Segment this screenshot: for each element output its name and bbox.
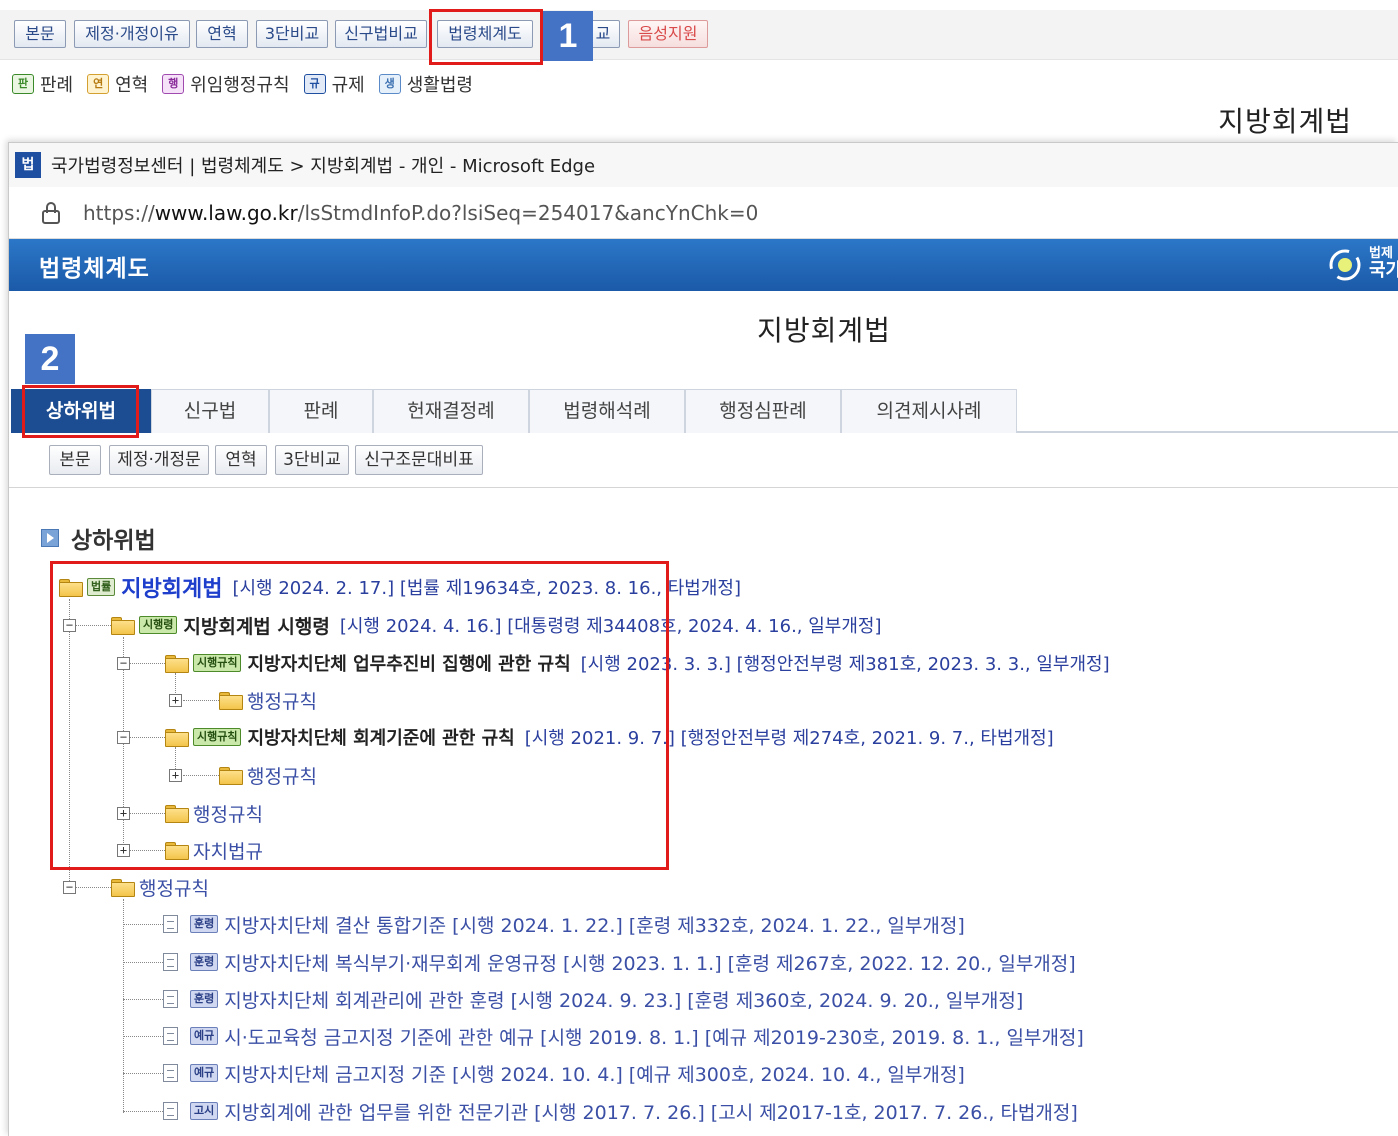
document-icon	[163, 915, 178, 933]
three-way-compare-button[interactable]: 3단비교	[256, 20, 328, 48]
legend-history: 연 연혁	[87, 71, 148, 97]
node-label[interactable]: 지방자치단체 회계관리에 관한 훈령 [시행 2024. 9. 23.] [훈령…	[224, 986, 1023, 1013]
node-label[interactable]: 지방자치단체 복식부기·재무회계 운영규정 [시행 2023. 1. 1.] […	[224, 949, 1075, 976]
legend-regulation: 규 규제	[303, 71, 365, 97]
tree-connector	[123, 1036, 163, 1037]
highlight-box-3	[50, 561, 669, 870]
node-label[interactable]: 시·도교육청 금고지정 기준에 관한 예규 [시행 2019. 8. 1.] […	[224, 1023, 1084, 1050]
regulation-badge-icon: 규	[303, 74, 326, 94]
tree-connector	[123, 999, 163, 1000]
admin-rule-badge: 예규	[190, 1027, 219, 1045]
highlight-box-2	[22, 385, 139, 438]
admin-rule-badge: 훈령	[190, 990, 219, 1008]
amendment-reason-button[interactable]: 제정·개정이유	[74, 20, 190, 48]
tree-connector	[123, 899, 124, 1113]
tree-connector	[123, 1111, 163, 1112]
legend-row: 판 판례 연 연혁 행 위임행정규칙 규 규제 생 생활법령	[12, 70, 487, 98]
node-label[interactable]: 지방회계에 관한 업무를 위한 전문기관 [시행 2017. 7. 26.] […	[224, 1098, 1078, 1125]
step-marker-1: 1	[543, 11, 593, 61]
admin-rule-badge: 예규	[190, 1064, 219, 1082]
legend-precedent: 판 판례	[12, 71, 73, 97]
document-icon	[163, 1027, 178, 1045]
precedent-badge-icon: 판	[12, 74, 34, 94]
document-icon	[163, 953, 178, 971]
collapse-toggle-icon[interactable]: −	[63, 881, 76, 894]
node-label[interactable]: 행정규칙	[139, 874, 209, 901]
admin-rule-badge: 훈령	[190, 915, 219, 933]
step-marker-2: 2	[25, 334, 75, 384]
delegated-rule-badge-icon: 행	[162, 74, 185, 94]
legend-label: 위임행정규칙	[190, 75, 290, 96]
history-button[interactable]: 연혁	[196, 20, 248, 48]
document-icon	[163, 1064, 178, 1082]
tree-connector	[123, 1073, 163, 1074]
tree-leaf-admin-rule[interactable]: 예규 시·도교육청 금고지정 기준에 관한 예규 [시행 2019. 8. 1.…	[163, 1022, 1090, 1050]
legend-label: 판례	[40, 75, 74, 96]
tree-leaf-admin-rule[interactable]: 훈령 지방자치단체 복식부기·재무회계 운영규정 [시행 2023. 1. 1.…	[163, 948, 1082, 976]
node-label[interactable]: 지방자치단체 결산 통합기준 [시행 2024. 1. 22.] [훈령 제33…	[224, 911, 965, 938]
highlight-box-1	[429, 9, 543, 65]
legend-label: 생활법령	[406, 75, 473, 96]
body-button[interactable]: 본문	[14, 20, 66, 48]
tree-leaf-admin-rule[interactable]: 예규 지방자치단체 금고지정 기준 [시행 2024. 10. 4.] [예규 …	[163, 1059, 971, 1087]
tree-leaf-admin-rule[interactable]: 훈령 지방자치단체 결산 통합기준 [시행 2024. 1. 22.] [훈령 …	[163, 910, 971, 938]
document-icon	[163, 1102, 178, 1120]
document-icon	[163, 990, 178, 1008]
admin-rule-badge: 훈령	[190, 953, 219, 971]
tree-leaf-admin-rule[interactable]: 훈령 지방자치단체 회계관리에 관한 훈령 [시행 2024. 9. 23.] …	[163, 985, 1029, 1013]
old-new-compare-button[interactable]: 신구법비교	[335, 20, 427, 48]
legend-living-law: 생 생활법령	[378, 71, 473, 97]
tree-leaf-admin-rule[interactable]: 고시 지방회계에 관한 업무를 위한 전문기관 [시행 2017. 7. 26.…	[163, 1097, 1084, 1125]
history-badge-icon: 연	[87, 74, 110, 94]
legend-label: 연혁	[115, 75, 149, 96]
admin-rule-badge: 고시	[190, 1102, 219, 1120]
living-law-badge-icon: 생	[378, 74, 401, 94]
legend-label: 규제	[331, 75, 365, 96]
background-law-title: 지방회계법	[1218, 105, 1352, 138]
tree-connector	[75, 887, 111, 888]
legend-delegated-rule: 행 위임행정규칙	[162, 71, 290, 97]
law-toolbar: 본문 제정·개정이유 연혁 3단비교 신구법비교 법령체계도 교 음성지원	[0, 10, 1398, 60]
folder-open-icon	[111, 879, 135, 897]
tree-connector	[123, 962, 163, 963]
node-label[interactable]: 지방자치단체 금고지정 기준 [시행 2024. 10. 4.] [예규 제30…	[224, 1060, 965, 1087]
tree-connector	[123, 924, 163, 925]
voice-support-button[interactable]: 음성지원	[628, 20, 708, 48]
tree-node-root-admin-rules[interactable]: 행정규칙	[111, 873, 215, 901]
